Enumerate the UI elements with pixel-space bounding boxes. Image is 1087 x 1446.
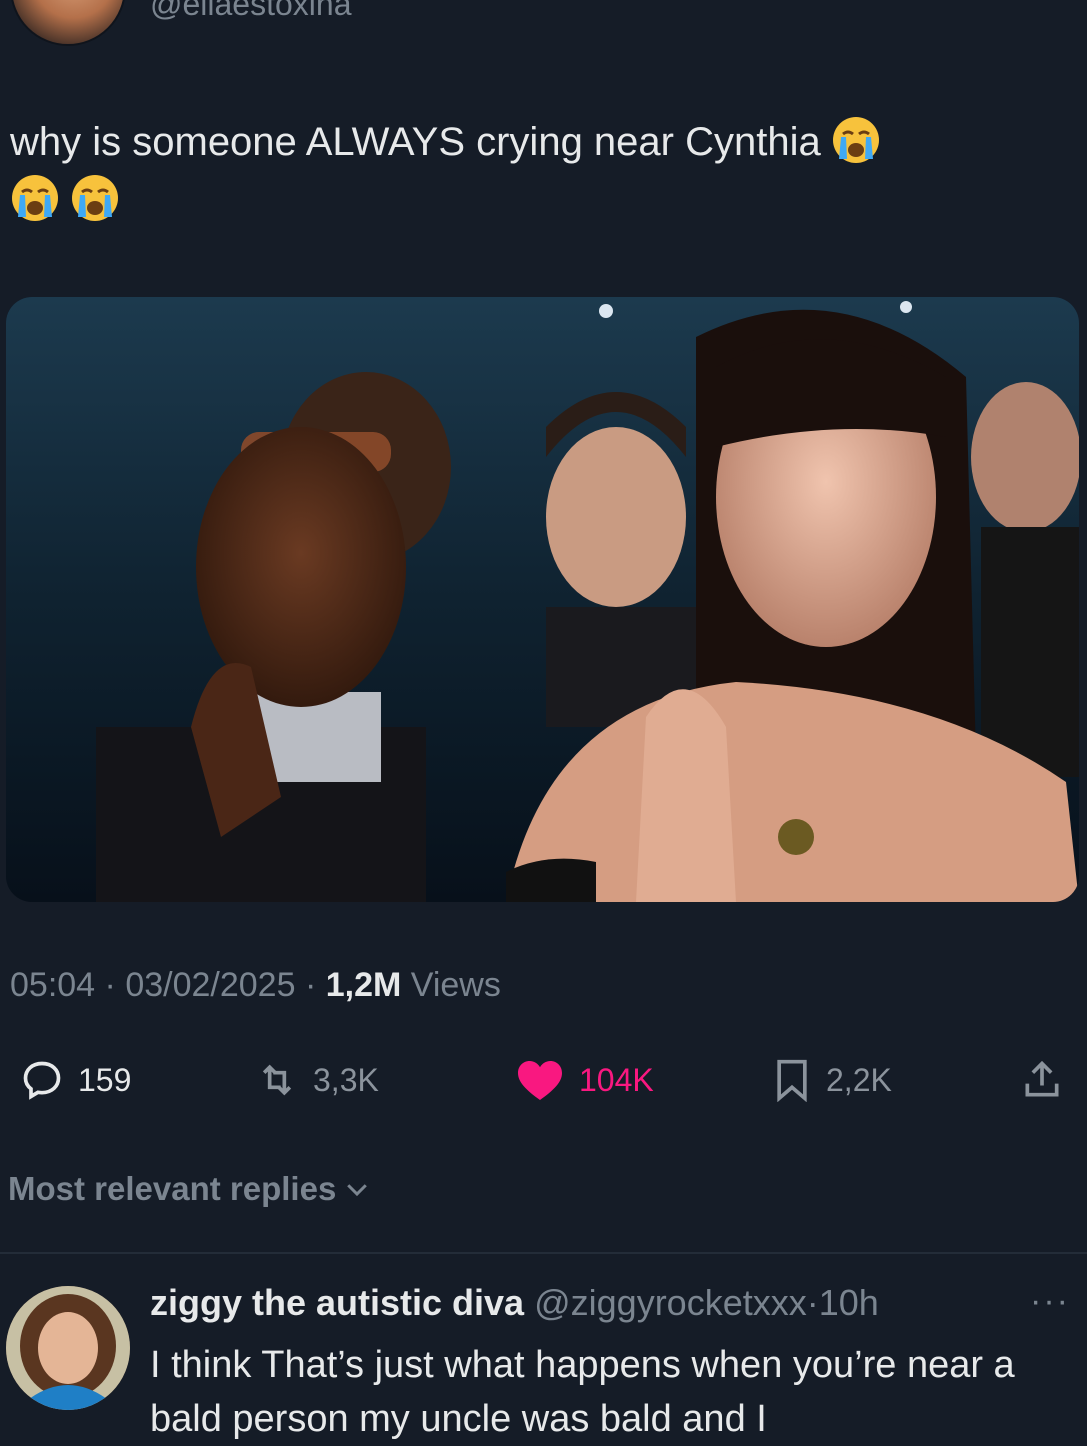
like-count: 104K	[579, 1061, 654, 1098]
crying-face-emoji-icon	[72, 175, 118, 221]
retweet-icon	[262, 1064, 292, 1096]
tweet-text: why is someone ALWAYS crying near Cynthi…	[10, 113, 1070, 229]
author-avatar[interactable]	[10, 0, 126, 46]
reply-avatar[interactable]	[6, 1286, 130, 1410]
reply-icon	[23, 1061, 61, 1100]
tweet-body: why is someone ALWAYS crying near Cynthi…	[10, 120, 821, 164]
tweet-date[interactable]: 03/02/2025	[125, 966, 295, 1004]
meta-separator: ·	[104, 966, 116, 1004]
reply-button[interactable]: 159	[20, 1058, 131, 1102]
divider	[0, 1252, 1087, 1254]
share-button[interactable]	[1020, 1058, 1078, 1102]
crying-face-emoji-icon	[12, 175, 58, 221]
heart-icon	[518, 1061, 562, 1100]
share-icon	[1025, 1060, 1059, 1097]
views-label: Views	[410, 966, 501, 1004]
author-handle[interactable]: @ellaestoxina	[150, 0, 351, 23]
more-options-icon[interactable]: ···	[1030, 1282, 1070, 1321]
reply-author-name[interactable]: ziggy the autistic diva	[150, 1282, 524, 1323]
crying-face-emoji-icon	[832, 117, 879, 163]
tweet-meta: 05:04 · 03/02/2025 · 1,2M Views	[10, 966, 501, 1005]
replies-sort-label: Most relevant replies	[8, 1170, 337, 1207]
media-photo	[6, 297, 1079, 902]
bookmark-icon	[777, 1059, 807, 1102]
reply-header: ziggy the autistic diva @ziggyrocketxxx·…	[150, 1282, 879, 1324]
retweet-button[interactable]: 3,3K	[255, 1058, 379, 1102]
tweet-media-image[interactable]	[6, 297, 1079, 902]
reply-count: 159	[78, 1061, 132, 1098]
reply-time[interactable]: 10h	[819, 1282, 879, 1323]
retweet-count: 3,3K	[313, 1061, 379, 1098]
replies-sort-dropdown[interactable]: Most relevant replies	[8, 1170, 372, 1208]
bookmark-count: 2,2K	[826, 1061, 892, 1098]
meta-separator: ·	[304, 966, 317, 1004]
reply-author-handle[interactable]: @ziggyrocketxxx	[534, 1282, 807, 1323]
bookmark-button[interactable]: 2,2K	[772, 1058, 892, 1102]
reply-text: I think That’s just what happens when yo…	[150, 1344, 1015, 1440]
like-button[interactable]: 104K	[515, 1058, 654, 1102]
chevron-down-icon	[347, 1184, 368, 1197]
reply-separator: ·	[806, 1282, 819, 1323]
reply-avatar-photo	[6, 1286, 130, 1410]
views-count: 1,2M	[325, 966, 402, 1004]
tweet-time[interactable]: 05:04	[10, 966, 95, 1004]
